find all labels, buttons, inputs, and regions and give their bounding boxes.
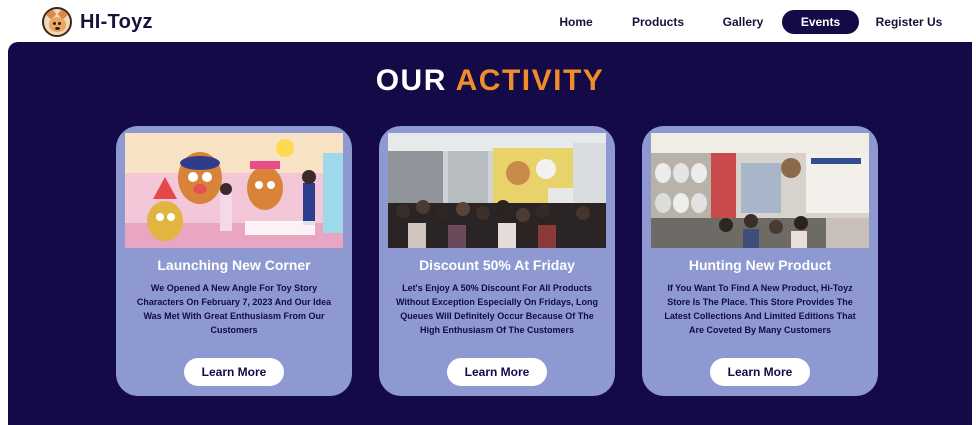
- section-title: OUR ACTIVITY: [8, 64, 972, 98]
- nav-events[interactable]: Events: [782, 10, 859, 34]
- activity-card-discount: Discount 50% At Friday Let's Enjoy A 50%…: [379, 126, 615, 396]
- card-photo-store-crowd: [388, 133, 606, 248]
- card-description: We Opened A New Angle For Toy Story Char…: [136, 283, 332, 335]
- nav-register-us[interactable]: Register Us: [870, 10, 948, 34]
- learn-more-button[interactable]: Learn More: [447, 358, 547, 386]
- card-title: Launching New Corner: [157, 257, 311, 273]
- card-description: If You Want To Find A New Product, Hi-To…: [664, 283, 856, 335]
- card-title: Discount 50% At Friday: [419, 257, 575, 273]
- nav-links: Home Products Gallery Events Register Us: [0, 10, 976, 34]
- learn-more-button[interactable]: Learn More: [710, 358, 810, 386]
- card-description: Let's Enjoy A 50% Discount For All Produ…: [396, 283, 598, 335]
- top-navbar: HI-Toyz Home Products Gallery Events Reg…: [0, 0, 976, 42]
- activity-card-hunting: Hunting New Product If You Want To Find …: [642, 126, 878, 396]
- card-photo-toy-story-corner: [125, 133, 343, 248]
- nav-home[interactable]: Home: [548, 10, 604, 34]
- card-photo-store-shelves: [651, 133, 869, 248]
- card-title: Hunting New Product: [688, 257, 832, 273]
- section-title-part2: ACTIVITY: [455, 64, 605, 97]
- learn-more-button[interactable]: Learn More: [184, 358, 284, 386]
- section-title-part1: OUR: [375, 64, 447, 97]
- nav-gallery[interactable]: Gallery: [712, 10, 774, 34]
- nav-products[interactable]: Products: [623, 10, 693, 34]
- activity-card-launching: Launching New Corner We Opened A New Ang…: [116, 126, 352, 396]
- activity-section: OUR ACTIVITY Launching New Corner We Ope…: [8, 42, 972, 425]
